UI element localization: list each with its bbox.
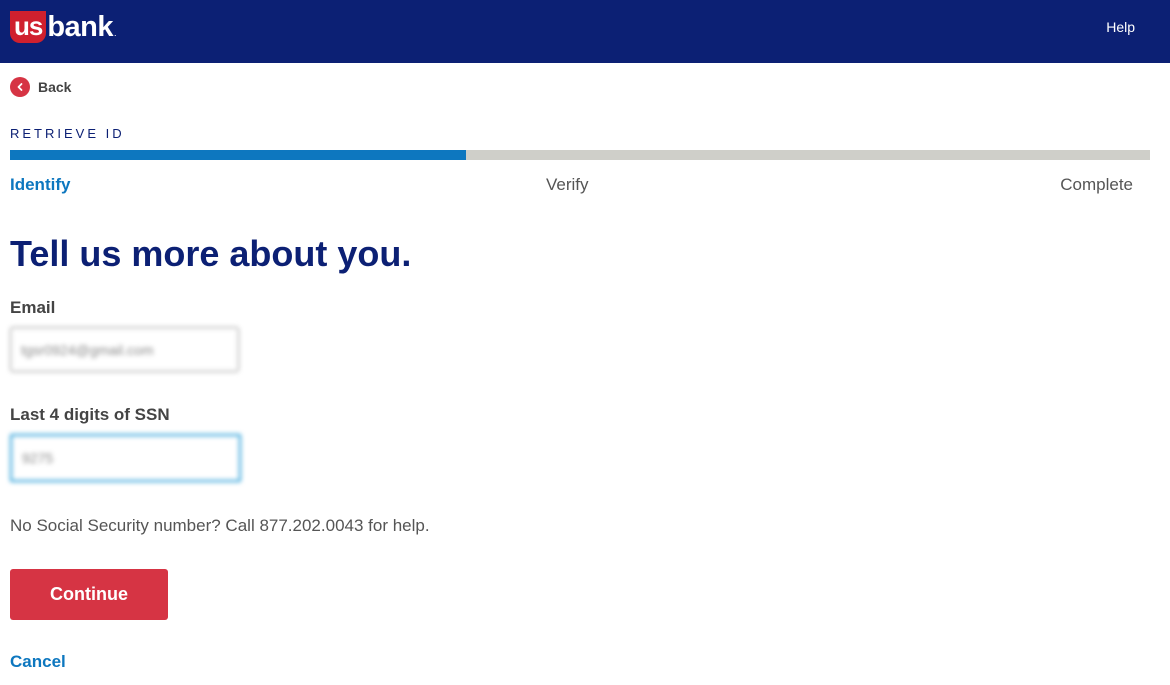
progress-bar-fill bbox=[10, 150, 466, 160]
step-verify: Verify bbox=[546, 175, 589, 194]
ssn-label: Last 4 digits of SSN bbox=[10, 405, 170, 424]
back-button[interactable]: Back bbox=[10, 77, 71, 97]
cancel-link[interactable]: Cancel bbox=[10, 652, 66, 672]
ssn-last4-field[interactable] bbox=[10, 434, 241, 482]
email-field[interactable] bbox=[10, 327, 239, 372]
step-complete: Complete bbox=[1060, 175, 1133, 194]
help-link[interactable]: Help bbox=[1106, 19, 1135, 35]
back-label: Back bbox=[38, 79, 72, 95]
continue-button[interactable]: Continue bbox=[10, 569, 168, 620]
usbank-logo[interactable]: us bank . bbox=[10, 10, 117, 44]
top-navigation-bar: us bank . Help bbox=[0, 0, 1170, 63]
chevron-left-icon bbox=[10, 77, 30, 97]
logo-trademark-dot: . bbox=[114, 28, 117, 38]
no-ssn-help-text: No Social Security number? Call 877.202.… bbox=[10, 516, 430, 535]
step-identify: Identify bbox=[10, 175, 71, 194]
page-title: Tell us more about you. bbox=[10, 233, 412, 274]
flow-title: RETRIEVE ID bbox=[10, 126, 125, 141]
progress-bar bbox=[10, 150, 1150, 160]
logo-bank-wordmark: bank bbox=[47, 11, 114, 43]
logo-us-mark: us bbox=[10, 11, 47, 43]
email-label: Email bbox=[10, 298, 56, 317]
